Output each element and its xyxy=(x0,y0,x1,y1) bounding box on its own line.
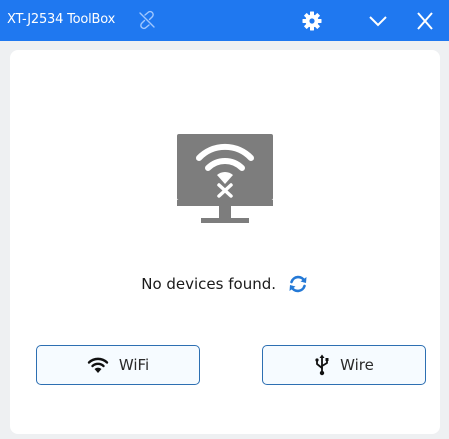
settings-button[interactable] xyxy=(300,9,324,33)
window-title: XT-J2534 ToolBox xyxy=(7,12,116,27)
gear-icon xyxy=(302,11,322,31)
minimize-button[interactable] xyxy=(366,9,390,33)
chevron-down-icon xyxy=(369,16,387,27)
wire-button-label: Wire xyxy=(340,356,374,374)
refresh-icon[interactable] xyxy=(287,273,309,295)
wifi-button[interactable]: WiFi xyxy=(36,345,200,385)
wifi-button-label: WiFi xyxy=(118,356,150,374)
close-button[interactable] xyxy=(413,9,437,33)
main-panel: No devices found. WiFi Wire xyxy=(10,50,440,434)
wifi-icon xyxy=(87,357,109,373)
wire-button[interactable]: Wire xyxy=(262,345,426,385)
unlinked-chain-icon xyxy=(137,10,157,30)
monitor-wifi-disconnected-icon xyxy=(175,130,275,230)
close-icon xyxy=(417,12,433,30)
status-row: No devices found. xyxy=(10,273,440,295)
usb-icon xyxy=(315,354,329,376)
status-message: No devices found. xyxy=(141,275,276,293)
title-bar: XT-J2534 ToolBox xyxy=(0,0,449,41)
